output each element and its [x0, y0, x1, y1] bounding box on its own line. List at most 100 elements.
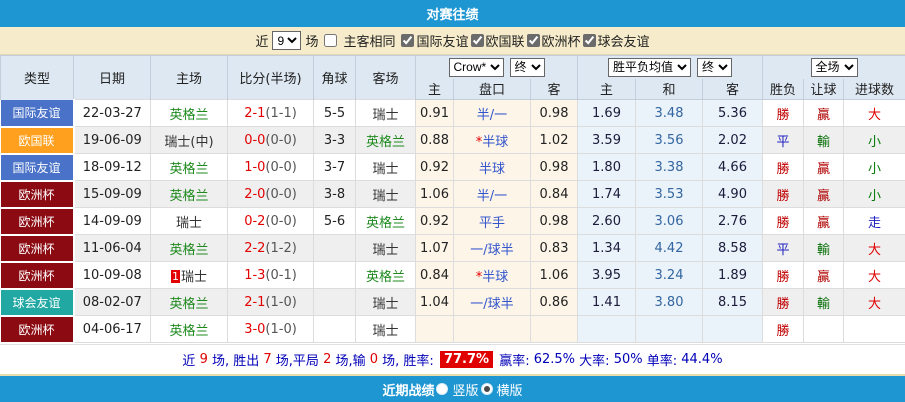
summary-text: 大率:: [575, 350, 614, 369]
summary-text: 62.5%: [534, 352, 575, 367]
handicap-line: 一/球半: [454, 235, 531, 262]
odds-home: 1.69: [578, 100, 636, 127]
score-cell: 2-0(0-0): [228, 181, 314, 208]
games-count-select[interactable]: 9: [272, 31, 301, 50]
subcol-odds-home: 主: [578, 79, 636, 100]
competition-filters: 国际友谊欧国联欧洲杯球会友谊: [399, 31, 649, 50]
odds-type-select[interactable]: 胜平负均值: [608, 58, 691, 77]
odds-draw: 3.38: [636, 154, 703, 181]
odds-away: 8.58: [703, 235, 763, 262]
score-cell: 2-1(1-0): [228, 289, 314, 316]
handicap-away-odds: 1.02: [531, 127, 578, 154]
result-goals: 大: [844, 235, 905, 262]
fulltime-score: 2-2: [244, 241, 265, 256]
result-handicap: 輸: [804, 235, 844, 262]
same-venue-label: 主客相同: [343, 31, 395, 50]
corner-score: 5-5: [314, 100, 356, 127]
layout-radio-label[interactable]: 竖版: [452, 380, 478, 399]
summary-text: 7: [263, 352, 271, 367]
handicap-away-odds: 0.98: [531, 208, 578, 235]
odds-home: [578, 316, 636, 343]
fulltime-score: 2-0: [244, 187, 265, 202]
home-team-name: 英格兰: [169, 243, 208, 258]
footer-label: 近期战绩: [382, 380, 434, 399]
odds-time-select[interactable]: 终: [697, 58, 732, 77]
odds-home: 1.74: [578, 181, 636, 208]
layout-radio[interactable]: [436, 383, 448, 395]
handicap-home-odds: 1.07: [416, 235, 454, 262]
handicap-line: *半球: [454, 262, 531, 289]
bookmaker-select[interactable]: Crow*: [449, 58, 504, 77]
filter-checkbox[interactable]: [583, 34, 596, 47]
match-date: 14-09-09: [74, 208, 151, 235]
handicap-text: 平手: [479, 216, 505, 231]
result-handicap: 輸: [804, 289, 844, 316]
result-goals: 小: [844, 127, 905, 154]
scope-select[interactable]: 全场: [811, 58, 858, 77]
same-venue-option[interactable]: 主客相同: [322, 31, 395, 50]
result-group-header: 全场: [763, 56, 905, 79]
handicap-text: 半/一: [477, 189, 507, 204]
filter-option[interactable]: 欧国联: [469, 31, 525, 50]
score-cell: 2-2(1-2): [228, 235, 314, 262]
odds-draw: 3.48: [636, 100, 703, 127]
fulltime-score: 2-1: [244, 295, 265, 310]
result-goals: 大: [844, 262, 905, 289]
result-winloss: 勝: [763, 262, 804, 289]
table-row: 国际友谊 22-03-27 英格兰 2-1(1-1) 5-5 瑞士 0.91 半…: [1, 100, 905, 127]
result-winloss: 勝: [763, 316, 804, 343]
footer-bar: 近期战绩 竖版横版: [0, 374, 905, 402]
table-row: 欧洲杯 14-09-09 瑞士 0-2(0-0) 5-6 英格兰 0.92 平手…: [1, 208, 905, 235]
handicap-time-select[interactable]: 终: [510, 58, 545, 77]
handicap-home-odds: 0.92: [416, 208, 454, 235]
odds-draw: 3.24: [636, 262, 703, 289]
handicap-home-odds: 0.84: [416, 262, 454, 289]
summary-text: 50%: [614, 352, 643, 367]
home-team-name: 英格兰: [169, 108, 208, 123]
filter-option[interactable]: 球会友谊: [581, 31, 650, 50]
match-date: 22-03-27: [74, 100, 151, 127]
away-team: 瑞士: [356, 316, 416, 343]
result-handicap: 贏: [804, 100, 844, 127]
col-header-away: 客场: [356, 56, 416, 100]
record-summary: 近 9 场, 胜出 7 场,平局 2 场,输 0 场, 胜率: 77.7% 赢率…: [0, 344, 905, 375]
subcol-handicap-away: 客: [531, 79, 578, 100]
handicap-line: *半球: [454, 127, 531, 154]
odds-away: 4.90: [703, 181, 763, 208]
same-venue-checkbox[interactable]: [324, 34, 337, 47]
corner-score: [314, 289, 356, 316]
halftime-score: (1-1): [265, 106, 296, 121]
result-handicap: 輸: [804, 127, 844, 154]
summary-text: 0: [370, 352, 378, 367]
handicap-text: 一/球半: [470, 243, 513, 258]
fulltime-score: 1-3: [244, 268, 265, 283]
filter-checkbox[interactable]: [401, 34, 414, 47]
odds-home: 2.60: [578, 208, 636, 235]
away-team: 瑞士: [356, 289, 416, 316]
filter-option[interactable]: 欧洲杯: [525, 31, 581, 50]
odds-away: 2.02: [703, 127, 763, 154]
filter-checkbox[interactable]: [471, 34, 484, 47]
halftime-score: (0-0): [265, 214, 296, 229]
home-team-name: 瑞士: [181, 270, 207, 285]
odds-draw: 3.53: [636, 181, 703, 208]
summary-text: 场, 胜率:: [378, 350, 438, 369]
summary-text: 近: [182, 350, 199, 369]
away-team: 英格兰: [356, 127, 416, 154]
away-team: 瑞士: [356, 181, 416, 208]
result-winloss: 勝: [763, 100, 804, 127]
score-cell: 0-0(0-0): [228, 127, 314, 154]
layout-radio-label[interactable]: 横版: [497, 380, 523, 399]
score-cell: 3-0(1-0): [228, 316, 314, 343]
filter-checkbox[interactable]: [527, 34, 540, 47]
corner-score: [314, 316, 356, 343]
layout-radio[interactable]: [481, 383, 493, 395]
halftime-score: (0-0): [265, 187, 296, 202]
result-goals: 小: [844, 181, 905, 208]
match-table-body: 国际友谊 22-03-27 英格兰 2-1(1-1) 5-5 瑞士 0.91 半…: [1, 100, 905, 343]
odds-draw: [636, 316, 703, 343]
home-team-name: 英格兰: [169, 189, 208, 204]
result-handicap: [804, 316, 844, 343]
filter-option[interactable]: 国际友谊: [399, 31, 468, 50]
home-team: 英格兰: [151, 154, 228, 181]
